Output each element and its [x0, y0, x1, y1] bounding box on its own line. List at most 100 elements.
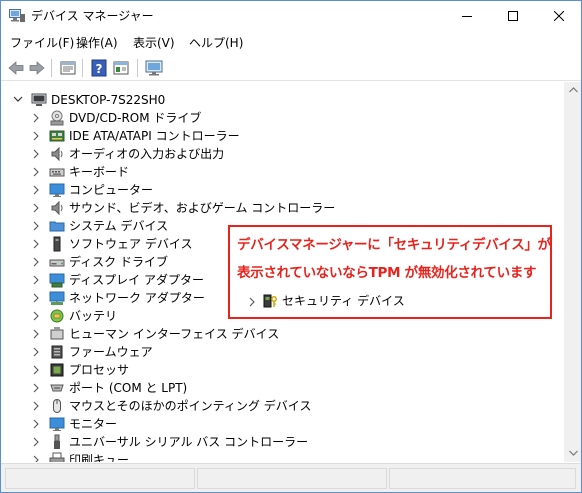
security-device-label: セキュリティ デバイス [282, 294, 405, 308]
security-device-item: セキュリティ デバイス [244, 293, 444, 311]
tree-item-ide[interactable]: IDE ATA/ATAPI コントローラー [1, 127, 321, 145]
chevron-right-icon[interactable] [32, 347, 40, 357]
tree-item-sound-video[interactable]: サウンド、ビデオ、およびゲーム コントローラー [1, 199, 335, 217]
dvd-drive-icon [49, 110, 65, 126]
tree-item-label: バッテリ [69, 309, 118, 323]
tree-item-label: IDE ATA/ATAPI コントローラー [69, 129, 240, 143]
tree-item-hid[interactable]: ヒューマン インターフェイス デバイス [1, 325, 321, 343]
status-bar [1, 463, 581, 492]
security-device-icon [262, 293, 278, 309]
chevron-right-icon[interactable] [32, 257, 40, 267]
chevron-right-icon[interactable] [32, 185, 40, 195]
tree-item-label: ディスプレイ アダプター [69, 273, 204, 287]
chevron-right-icon[interactable] [32, 167, 40, 177]
close-icon [554, 11, 564, 21]
status-pane [5, 468, 195, 489]
chevron-right-icon[interactable] [32, 455, 40, 462]
disk-drive-icon [49, 254, 65, 270]
tree-item-label: オーディオの入力および出力 [69, 147, 225, 161]
tree-item-monitors[interactable]: モニター [1, 415, 321, 433]
annotation-callout: デバイスマネージャーに「セキュリティデバイス」が 表示されていないならTPM が… [228, 225, 552, 319]
usb-icon [49, 434, 65, 450]
tree-item-label: ディスク ドライブ [69, 255, 168, 269]
tree-item-label: コンピューター [69, 183, 154, 197]
title-bar[interactable]: デバイス マネージャー [1, 1, 581, 31]
scroll-up-button[interactable] [565, 82, 581, 99]
keyboard-icon [49, 164, 65, 180]
tree-item-keyboard[interactable]: キーボード [1, 163, 321, 181]
tree-item-label: マウスとそのほかのポインティング デバイス [69, 399, 312, 413]
device-manager-icon [9, 9, 25, 23]
menu-action[interactable]: 操作(A) [76, 35, 118, 51]
minimize-button[interactable] [444, 1, 490, 31]
tree-item-firmware[interactable]: ファームウェア [1, 343, 321, 361]
tree-item-label: ユニバーサル シリアル バス コントローラー [69, 435, 309, 449]
chevron-right-icon[interactable] [32, 113, 40, 123]
tree-item-mice[interactable]: マウスとそのほかのポインティング デバイス [1, 397, 321, 415]
tree-item-label: プロセッサ [69, 363, 130, 377]
tree-root[interactable]: DESKTOP-7S22SH0 [1, 91, 301, 109]
monitor-icon [49, 182, 65, 198]
scan-hardware-icon[interactable] [144, 58, 164, 78]
tree-item-label: ヒューマン インターフェイス デバイス [69, 327, 280, 341]
status-pane [197, 468, 387, 489]
chevron-right-icon[interactable] [32, 437, 40, 447]
tree-item-print-queue[interactable]: 印刷キュー [1, 451, 321, 462]
tree-item-label: モニター [69, 417, 118, 431]
tree-item-label: ポート (COM と LPT) [69, 381, 188, 395]
port-icon [49, 380, 65, 396]
hid-icon [49, 326, 65, 342]
tree-item-label: ファームウェア [69, 345, 153, 359]
chevron-right-icon[interactable] [32, 383, 40, 393]
menu-file[interactable]: ファイル(F) [10, 35, 74, 51]
tree-item-label: システム デバイス [69, 219, 169, 233]
maximize-icon [508, 11, 518, 21]
menu-view[interactable]: 表示(V) [133, 35, 175, 51]
tree-item-ports[interactable]: ポート (COM と LPT) [1, 379, 321, 397]
device-manager-window: デバイス マネージャー ファイル(F) 操作(A) 表示(V) ヘルプ(H) ? [0, 0, 582, 493]
tree-item-label: 印刷キュー [69, 453, 130, 462]
maximize-button[interactable] [490, 1, 536, 31]
close-button[interactable] [536, 1, 581, 31]
chevron-right-icon [249, 297, 255, 307]
chevron-right-icon[interactable] [32, 131, 40, 141]
mouse-icon [49, 398, 65, 414]
chevron-right-icon[interactable] [32, 329, 40, 339]
tree-item-usb[interactable]: ユニバーサル シリアル バス コントローラー [1, 433, 321, 451]
chevron-right-icon[interactable] [32, 149, 40, 159]
monitor-icon [49, 416, 65, 432]
menu-help[interactable]: ヘルプ(H) [189, 35, 243, 51]
chevron-right-icon[interactable] [32, 311, 40, 321]
chevron-right-icon[interactable] [32, 293, 40, 303]
tree-item-label: ソフトウェア デバイス [69, 237, 193, 251]
forward-icon[interactable] [27, 58, 47, 78]
vertical-scrollbar[interactable] [564, 82, 581, 462]
minimize-icon [462, 16, 472, 17]
chevron-right-icon[interactable] [32, 275, 40, 285]
tree-item-computer[interactable]: コンピューター [1, 181, 321, 199]
chevron-right-icon[interactable] [32, 365, 40, 375]
toolbar-separator [82, 59, 83, 77]
back-icon[interactable] [6, 58, 26, 78]
window-title: デバイス マネージャー [31, 9, 154, 23]
svg-text:?: ? [96, 62, 103, 76]
toolbar-separator [137, 59, 138, 77]
scroll-down-button[interactable] [565, 445, 581, 462]
help-icon[interactable]: ? [89, 58, 109, 78]
callout-text-line1: デバイスマネージャーに「セキュリティデバイス」が [237, 237, 551, 253]
chevron-right-icon[interactable] [32, 221, 40, 231]
callout-text-line2: 表示されていないならTPM が無効化されています [237, 265, 537, 281]
chevron-right-icon[interactable] [32, 239, 40, 249]
chevron-down-icon[interactable] [13, 94, 23, 104]
ide-controller-icon [49, 128, 65, 144]
tree-item-processors[interactable]: プロセッサ [1, 361, 321, 379]
update-driver-icon[interactable] [111, 58, 131, 78]
network-adapter-icon [49, 290, 65, 306]
properties-icon[interactable] [58, 58, 78, 78]
chevron-right-icon[interactable] [32, 401, 40, 411]
tree-item-dvd[interactable]: DVD/CD-ROM ドライブ [1, 109, 321, 127]
toolbar-separator [51, 59, 52, 77]
tree-item-audio-io[interactable]: オーディオの入力および出力 [1, 145, 321, 163]
chevron-right-icon[interactable] [32, 419, 40, 429]
chevron-right-icon[interactable] [32, 203, 40, 213]
